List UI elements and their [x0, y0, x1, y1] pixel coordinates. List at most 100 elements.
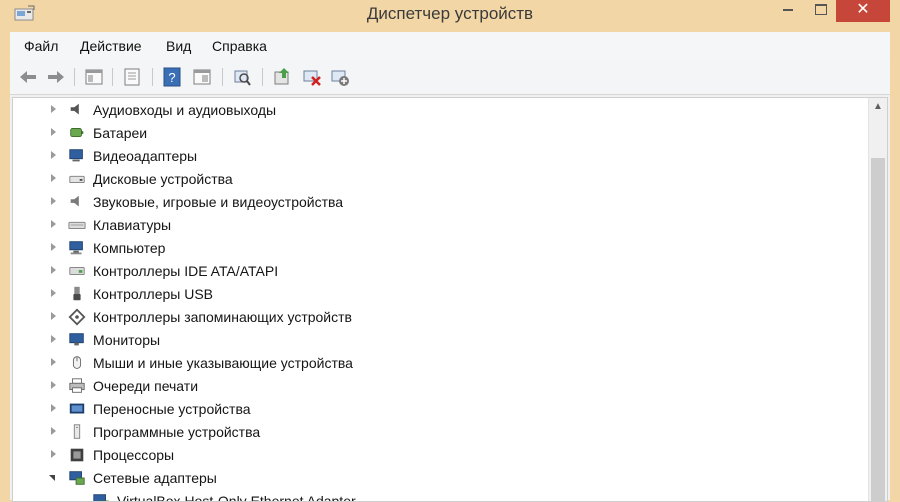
tree-item-label: Программные устройства: [93, 424, 261, 440]
close-icon: ✕: [856, 1, 870, 18]
expand-arrow-icon[interactable]: [51, 358, 56, 366]
back-arrow-icon[interactable]: [18, 67, 38, 87]
tree-child-item[interactable]: VirtualBox Host-Only Ethernet Adapter: [13, 490, 863, 502]
processor-icon: [70, 448, 84, 462]
network-adapter-icon: [69, 471, 85, 485]
tree-item-label: Очереди печати: [93, 378, 199, 394]
tree-category[interactable]: Очереди печати: [13, 375, 863, 398]
menu-view[interactable]: Вид: [166, 38, 191, 54]
toolbar: ?: [10, 60, 890, 95]
maximize-button[interactable]: [806, 0, 836, 22]
forward-arrow-icon[interactable]: [46, 67, 66, 87]
expand-arrow-icon[interactable]: [51, 335, 56, 343]
monitor-icon: [69, 333, 84, 346]
collapse-arrow-icon[interactable]: [49, 475, 55, 481]
svg-text:?: ?: [168, 70, 175, 85]
display-adapter-icon: [69, 149, 83, 162]
tree-category[interactable]: Дисковые устройства: [13, 168, 863, 191]
expand-arrow-icon[interactable]: [51, 450, 56, 458]
tree-category[interactable]: Компьютер: [13, 237, 863, 260]
scroll-thumb[interactable]: [871, 158, 885, 501]
expand-arrow-icon[interactable]: [51, 404, 56, 412]
minimize-icon: [783, 9, 793, 11]
tree-category[interactable]: Процессоры: [13, 444, 863, 467]
tree-item-label: Компьютер: [93, 240, 166, 256]
expand-arrow-icon[interactable]: [51, 220, 56, 228]
tree-item-label: Звуковые, игровые и видеоустройства: [93, 194, 344, 210]
tree-item-label: Батареи: [93, 125, 148, 141]
minimize-button[interactable]: [770, 0, 806, 22]
tree-item-label: Мониторы: [93, 332, 161, 348]
tree-category[interactable]: Переносные устройства: [13, 398, 863, 421]
tree-category[interactable]: Программные устройства: [13, 421, 863, 444]
uninstall-device-icon[interactable]: [330, 67, 350, 87]
software-device-icon: [73, 424, 81, 439]
network-card-icon: [93, 494, 109, 501]
expand-arrow-icon[interactable]: [51, 427, 56, 435]
menu-action[interactable]: Действие: [80, 38, 142, 54]
window-icon[interactable]: [122, 67, 142, 87]
tree-category[interactable]: Мыши и иные указывающие устройства: [13, 352, 863, 375]
expand-arrow-icon[interactable]: [51, 128, 56, 136]
ide-controller-icon: [69, 266, 85, 276]
printer-icon: [69, 378, 85, 393]
tree-item-label: Дисковые устройства: [93, 171, 233, 187]
tree-category[interactable]: Мониторы: [13, 329, 863, 352]
expand-arrow-icon[interactable]: [51, 197, 56, 205]
device-manager-window: Диспетчер устройств ✕ Файл Действие Вид …: [0, 0, 900, 502]
tree-item-label: Сетевые адаптеры: [93, 470, 217, 486]
tree-category[interactable]: Сетевые адаптеры: [13, 467, 863, 490]
tree-item-label: Контроллеры USB: [93, 286, 213, 302]
toolbar-separator: [74, 68, 75, 86]
usb-icon: [73, 286, 81, 301]
expand-arrow-icon[interactable]: [51, 312, 56, 320]
client-area: Файл Действие Вид Справка ? ▲ Аудиовходы…: [10, 32, 890, 502]
tree-item-label: Видеоадаптеры: [93, 148, 198, 164]
expand-arrow-icon[interactable]: [51, 151, 56, 159]
menu-bar: Файл Действие Вид Справка: [10, 32, 890, 60]
expand-arrow-icon[interactable]: [51, 174, 56, 182]
tree-category[interactable]: Аудиовходы и аудиовыходы: [13, 99, 863, 122]
expand-arrow-icon[interactable]: [51, 105, 56, 113]
tree-category[interactable]: Батареи: [13, 122, 863, 145]
tree-item-label: Процессоры: [93, 447, 175, 463]
menu-help[interactable]: Справка: [212, 38, 267, 54]
speaker-icon: [70, 103, 79, 115]
expand-arrow-icon[interactable]: [51, 289, 56, 297]
maximize-icon: [815, 4, 827, 15]
tree-item-label: Мыши и иные указывающие устройства: [93, 355, 353, 371]
keyboard-icon: [68, 221, 86, 230]
window-title: Диспетчер устройств: [366, 4, 534, 23]
properties-icon[interactable]: [192, 67, 212, 87]
vertical-scrollbar[interactable]: ▲: [868, 98, 887, 501]
tree-item-label: Переносные устройства: [93, 401, 251, 417]
battery-icon: [70, 128, 84, 138]
device-tree[interactable]: ▲ Аудиовходы и аудиовыходы Батареи Видеоад…: [12, 97, 888, 502]
properties-view-icon[interactable]: [84, 67, 104, 87]
update-driver-icon[interactable]: [272, 67, 292, 87]
disable-device-icon[interactable]: [302, 67, 322, 87]
tree-category[interactable]: Контроллеры IDE ATA/ATAPI: [13, 260, 863, 283]
menu-file[interactable]: Файл: [24, 38, 58, 54]
expand-arrow-icon[interactable]: [51, 381, 56, 389]
title-bar[interactable]: Диспетчер устройств ✕: [0, 0, 900, 30]
tree-category[interactable]: Видеоадаптеры: [13, 145, 863, 168]
help-icon[interactable]: ?: [162, 67, 182, 87]
tree-category[interactable]: Контроллеры USB: [13, 283, 863, 306]
toolbar-separator: [262, 68, 263, 86]
scan-hardware-icon[interactable]: [232, 67, 252, 87]
tree-category[interactable]: Контроллеры запоминающих устройств: [13, 306, 863, 329]
tree-category[interactable]: Клавиатуры: [13, 214, 863, 237]
portable-device-icon: [69, 403, 85, 414]
toolbar-separator: [152, 68, 153, 86]
scroll-up-arrow-icon[interactable]: ▲: [869, 98, 887, 116]
tree-item-label: Контроллеры запоминающих устройств: [93, 309, 352, 325]
tree-item-label: VirtualBox Host-Only Ethernet Adapter: [117, 493, 356, 502]
close-button[interactable]: ✕: [836, 0, 890, 22]
tree-item-label: Контроллеры IDE ATA/ATAPI: [93, 263, 279, 279]
tree-item-label: Аудиовходы и аудиовыходы: [93, 102, 277, 118]
expand-arrow-icon[interactable]: [51, 243, 56, 251]
tree-category[interactable]: Звуковые, игровые и видеоустройства: [13, 191, 863, 214]
expand-arrow-icon[interactable]: [51, 266, 56, 274]
mouse-icon: [72, 356, 82, 369]
